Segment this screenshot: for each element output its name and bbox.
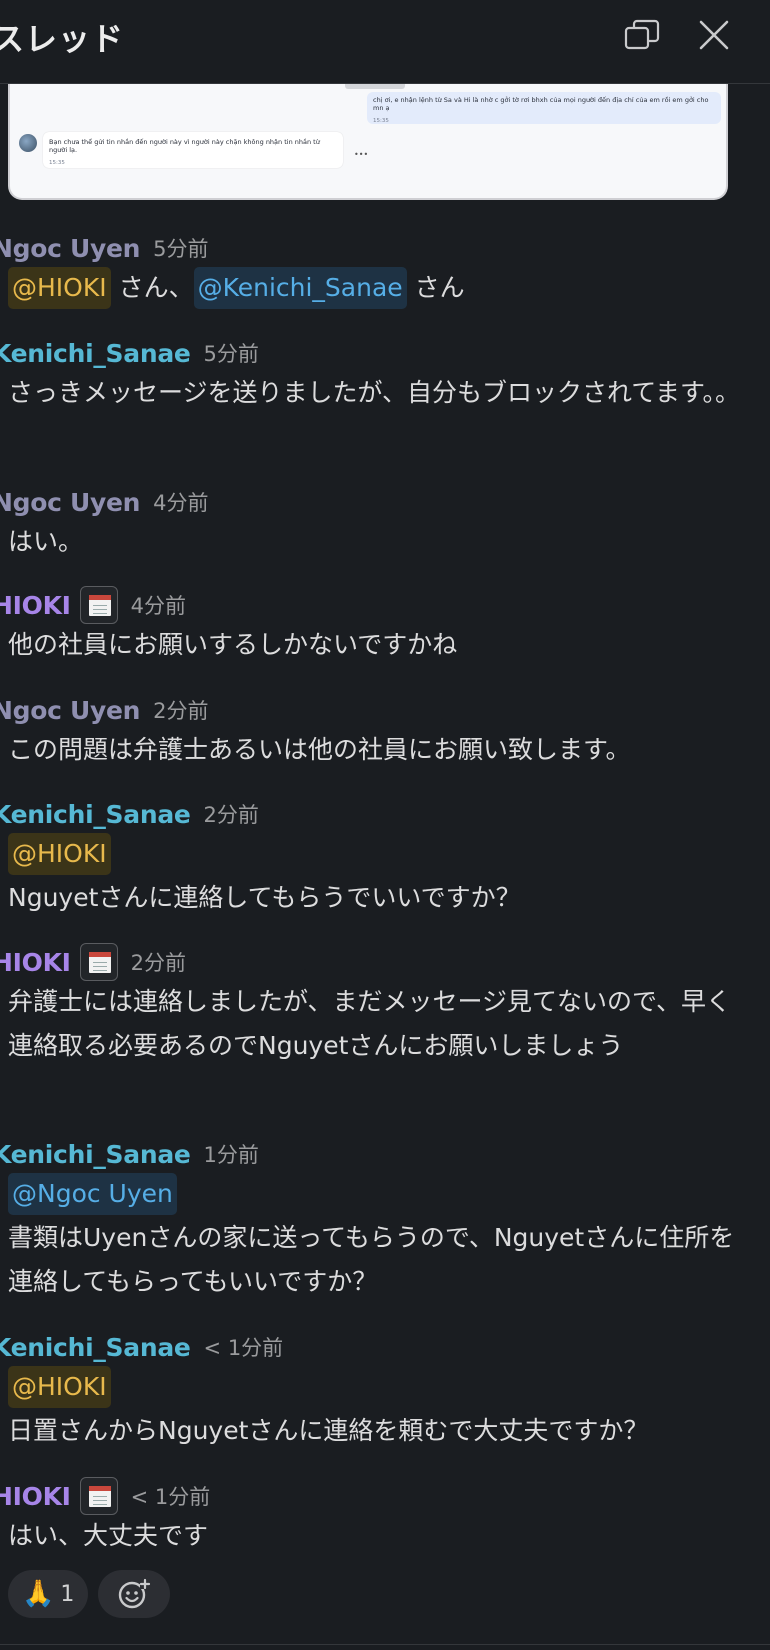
author-name[interactable]: Ngoc Uyen (0, 234, 140, 263)
reaction-count: 1 (60, 1581, 75, 1607)
author-name[interactable]: Kenichi_Sanae (0, 800, 191, 829)
add-reaction-button[interactable] (98, 1570, 171, 1618)
message-text: @HIOKI 日置さんからNguyetさんに連絡を頼むで大丈夫ですか？ (0, 1365, 760, 1453)
timestamp[interactable]: 2分前 (204, 799, 259, 829)
message: Kenichi_Sanae 5分前 さっきメッセージを送りましたが、自分もブロッ… (0, 335, 760, 415)
timestamp[interactable]: 4分前 (131, 590, 186, 620)
message: Kenichi_Sanae 1分前 @Ngoc Uyen 書類はUyenさんの家… (0, 1136, 760, 1304)
pray-icon: 🙏 (22, 1579, 55, 1609)
preview-more-icon: ••• (354, 150, 369, 159)
add-reaction-icon (119, 1578, 151, 1609)
thread-header: スレッド (0, 0, 770, 84)
timestamp[interactable]: 4分前 (153, 487, 208, 517)
message: HIOKI 4分前 他の社員にお願いするしかないですかね (0, 586, 760, 667)
reaction-pray[interactable]: 🙏 1 (8, 1570, 89, 1618)
mention[interactable]: @Kenichi_Sanae (193, 267, 407, 309)
close-icon[interactable] (692, 14, 736, 58)
author-name[interactable]: Ngoc Uyen (0, 488, 140, 517)
mention[interactable]: @HIOKI (8, 267, 111, 309)
timestamp[interactable]: 2分前 (131, 947, 186, 977)
message-text: @HIOKI さん、 @Kenichi_Sanae さん (0, 266, 760, 310)
message: Ngoc Uyen 5分前 @HIOKI さん、 @Kenichi_Sanae さ… (0, 230, 760, 310)
timestamp[interactable]: 1分前 (204, 1139, 259, 1169)
author-name[interactable]: Kenichi_Sanae (0, 339, 191, 368)
author-name[interactable]: HIOKI (0, 1482, 71, 1511)
thread-title: スレッド (0, 20, 125, 58)
mention[interactable]: @HIOKI (8, 833, 111, 875)
mention[interactable]: @HIOKI (8, 1366, 111, 1408)
message-text: 他の社員にお願いするしかないですかね (8, 630, 458, 659)
message: Ngoc Uyen 2分前 この問題は弁護士あるいは他の社員にお願い致します。 (0, 692, 760, 772)
message: HIOKI < 1分前 はい、大丈夫です (0, 1477, 760, 1558)
timestamp[interactable]: 5分前 (204, 338, 259, 368)
popout-window-icon[interactable] (620, 14, 664, 58)
calendar-icon[interactable] (79, 1477, 118, 1515)
attached-image-preview[interactable]: chị ơi, e nhận lệnh từ Sa và Hi là nhờ c… (8, 84, 728, 200)
timestamp[interactable]: 5分前 (153, 233, 208, 263)
message-text: さっきメッセージを送りましたが、自分もブロックされてます。。 (8, 378, 741, 407)
message-text: @HIOKI Nguyetさんに連絡してもらうでいいですか？ (0, 832, 760, 920)
message-text: @Ngoc Uyen 書類はUyenさんの家に送ってもらうので、Nguyetさん… (0, 1172, 760, 1304)
reaction-bar: 🙏 1 (8, 1570, 171, 1618)
message-text: この問題は弁護士あるいは他の社員にお願い致します。 (8, 735, 631, 764)
message: HIOKI 2分前 弁護士には連絡しましたが、まだメッセージ見てないので、早く連… (0, 943, 760, 1068)
author-name[interactable]: HIOKI (0, 948, 71, 977)
author-name[interactable]: Kenichi_Sanae (0, 1140, 191, 1169)
message: Kenichi_Sanae < 1分前 @HIOKI 日置さんからNguyetさ… (0, 1329, 760, 1453)
preview-avatar (19, 134, 37, 152)
author-name[interactable]: Kenichi_Sanae (0, 1333, 191, 1362)
divider (0, 1644, 770, 1645)
preview-received-message: Bạn chưa thể gửi tin nhắn đến người này … (43, 132, 343, 168)
message-text: 弁護士には連絡しましたが、まだメッセージ見てないので、早く連絡取る必要あるのでN… (8, 987, 732, 1060)
calendar-icon[interactable] (79, 943, 118, 981)
author-name[interactable]: Ngoc Uyen (0, 696, 140, 725)
message-text: はい、大丈夫です (8, 1521, 209, 1550)
timestamp[interactable]: < 1分前 (204, 1332, 284, 1362)
message: Kenichi_Sanae 2分前 @HIOKI Nguyetさんに連絡してもら… (0, 796, 760, 920)
author-name[interactable]: HIOKI (0, 591, 71, 620)
message-text: はい。 (8, 527, 84, 556)
preview-sent-message: chị ơi, e nhận lệnh từ Sa và Hi là nhờ c… (367, 92, 721, 124)
preview-date-pill (345, 84, 405, 89)
timestamp[interactable]: < 1分前 (131, 1481, 211, 1511)
calendar-icon[interactable] (79, 586, 118, 624)
timestamp[interactable]: 2分前 (153, 695, 208, 725)
message: Ngoc Uyen 4分前 はい。 (0, 484, 760, 564)
mention[interactable]: @Ngoc Uyen (8, 1173, 177, 1215)
